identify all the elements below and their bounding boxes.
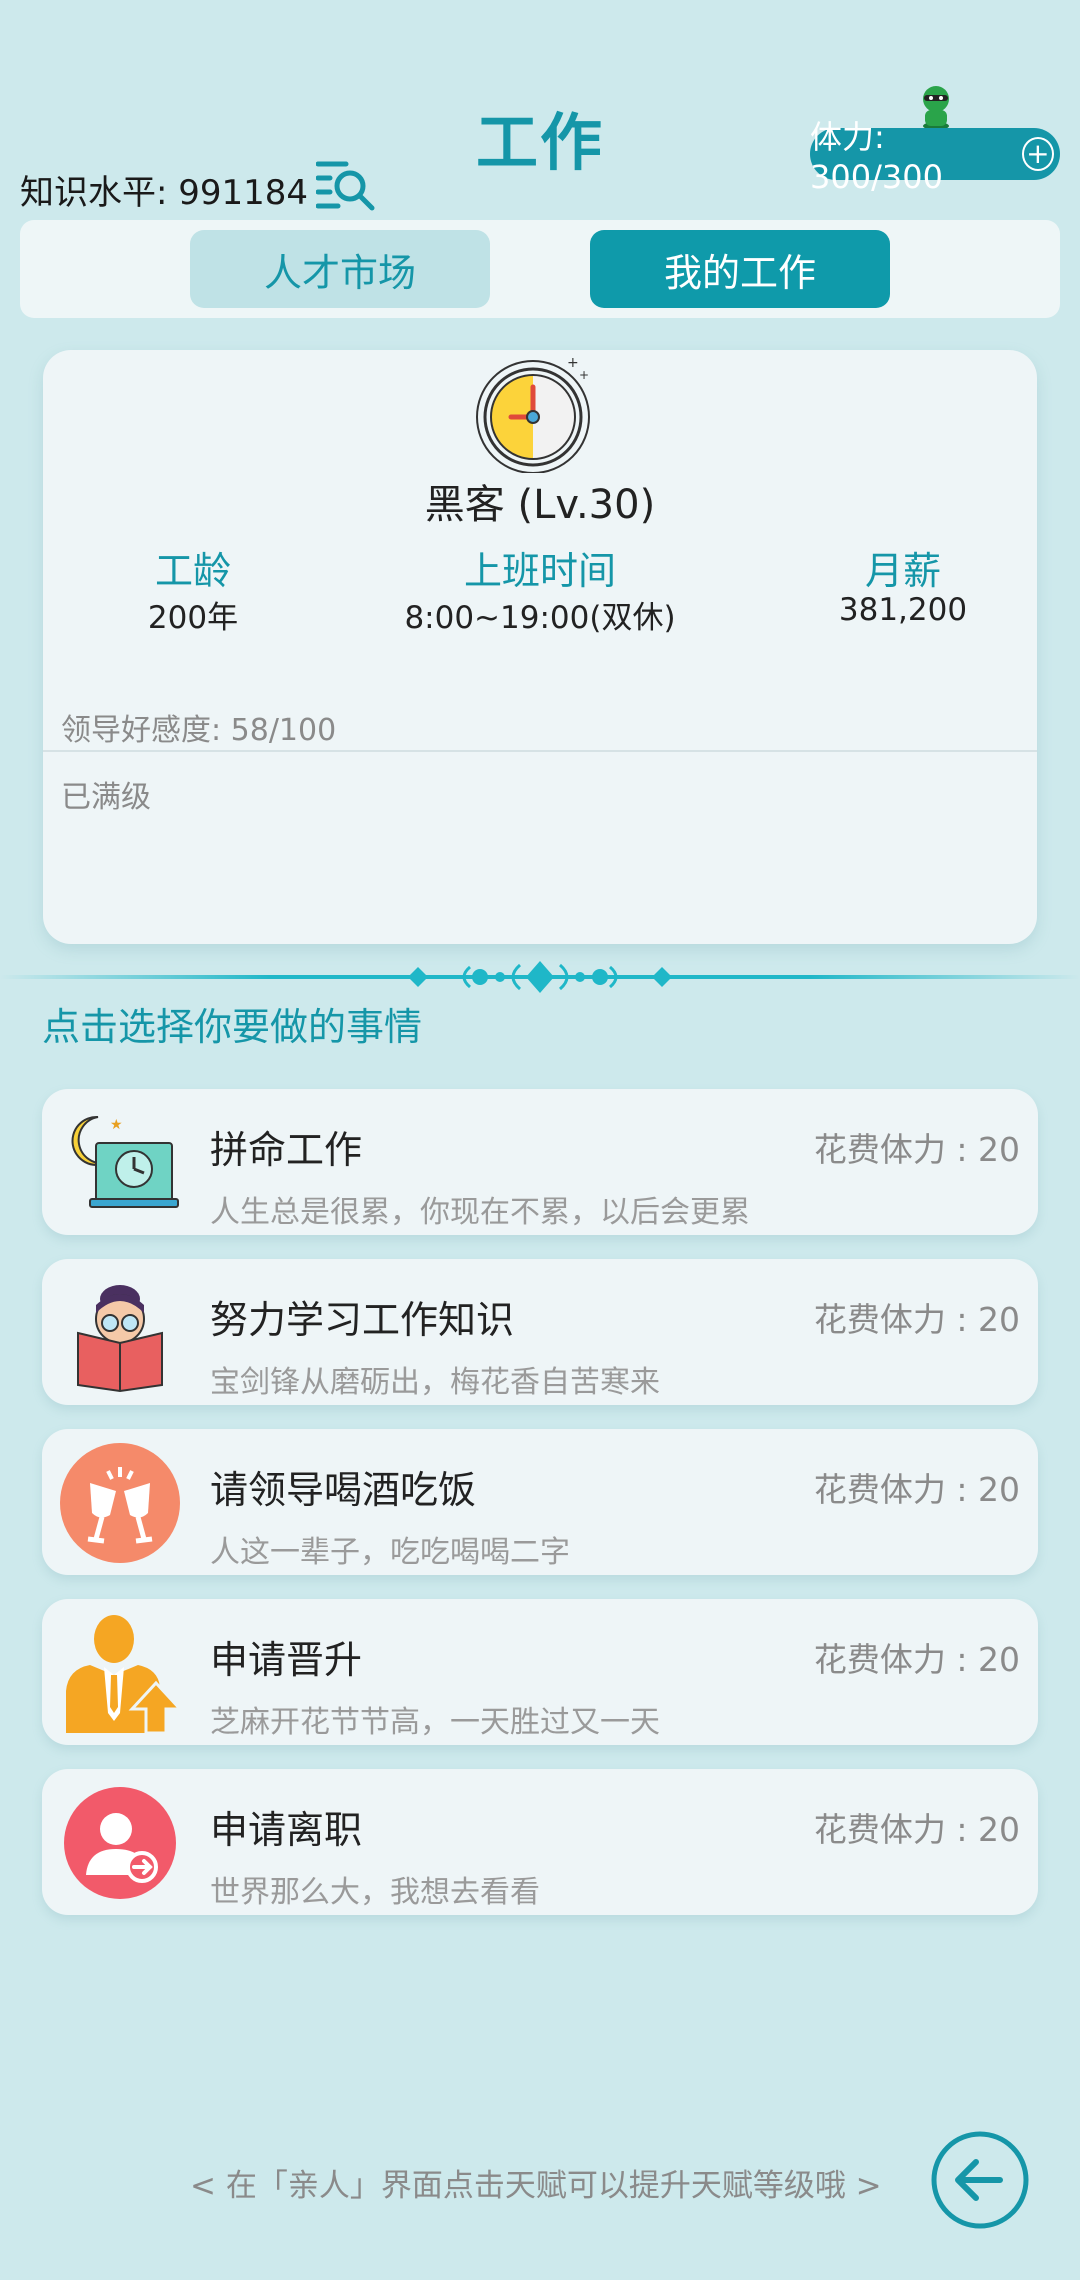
action-cost: 花费体力 : 20 bbox=[813, 1470, 1020, 1509]
stamina-value: 体力: 300/300 bbox=[810, 118, 943, 196]
action-desc: 芝麻开花节节高，一天胜过又一天 bbox=[210, 1705, 660, 1740]
add-stamina-icon[interactable]: + bbox=[1021, 137, 1054, 171]
svg-text:+: + bbox=[567, 355, 579, 371]
action-work-hard[interactable]: ★ 拼命工作 花费体力 : 20 人生总是很累，你现在不累，以后会更累 bbox=[42, 1089, 1038, 1235]
action-title: 请领导喝酒吃饭 bbox=[210, 1468, 477, 1512]
action-title: 申请晋升 bbox=[210, 1638, 363, 1682]
action-treat-boss[interactable]: 请领导喝酒吃饭 花费体力 : 20 人这一辈子，吃吃喝喝二字 bbox=[42, 1429, 1038, 1575]
clock-icon: + + bbox=[476, 355, 590, 473]
stamina-button[interactable]: 体力: 300/300 + bbox=[810, 118, 1060, 196]
action-cost: 花费体力 : 20 bbox=[813, 1810, 1020, 1849]
tab-bar: 人才市场 我的工作 bbox=[20, 220, 1060, 318]
action-desc: 宝剑锋从磨砺出，梅花香自苦寒来 bbox=[210, 1365, 660, 1400]
action-title: 努力学习工作知识 bbox=[210, 1298, 515, 1342]
search-list-icon[interactable] bbox=[316, 158, 378, 212]
night-work-icon: ★ bbox=[71, 1115, 179, 1208]
resign-icon bbox=[64, 1787, 176, 1899]
action-desc: 人生总是很累，你现在不累，以后会更累 bbox=[210, 1195, 750, 1230]
action-title: 拼命工作 bbox=[210, 1128, 363, 1172]
work-hours-label: 上班时间 bbox=[463, 549, 616, 593]
action-title: 申请离职 bbox=[210, 1808, 363, 1852]
action-promotion[interactable]: 申请晋升 花费体力 : 20 芝麻开花节节高，一天胜过又一天 bbox=[42, 1599, 1038, 1745]
action-cost: 花费体力 : 20 bbox=[813, 1300, 1020, 1339]
back-arrow-icon[interactable] bbox=[930, 2130, 1030, 2230]
promotion-icon bbox=[66, 1615, 180, 1733]
section-title: 点击选择你要做的事情 bbox=[42, 1005, 423, 1049]
action-cost: 花费体力 : 20 bbox=[813, 1640, 1020, 1679]
job-name: 黑客 (Lv.30) bbox=[424, 482, 656, 528]
svg-text:★: ★ bbox=[110, 1117, 123, 1133]
salary-value: 381,200 bbox=[838, 592, 968, 628]
action-desc: 人这一辈子，吃吃喝喝二字 bbox=[210, 1535, 570, 1570]
salary-label: 月薪 bbox=[864, 549, 941, 593]
divider bbox=[43, 750, 1037, 752]
seniority-label: 工龄 bbox=[154, 549, 231, 593]
work-hours-value: 8:00~19:00(双休) bbox=[404, 600, 676, 636]
svg-text:+: + bbox=[579, 368, 589, 382]
tip-text: < 在「亲人」界面点击天赋可以提升天赋等级哦 > bbox=[190, 2168, 882, 2204]
toast-glasses-icon bbox=[60, 1443, 180, 1563]
action-desc: 世界那么大，我想去看看 bbox=[210, 1875, 540, 1910]
action-study[interactable]: 努力学习工作知识 花费体力 : 20 宝剑锋从磨砺出，梅花香自苦寒来 bbox=[42, 1259, 1038, 1405]
seniority-value: 200年 bbox=[147, 600, 239, 636]
study-book-icon bbox=[77, 1285, 163, 1393]
tab-talent-market[interactable]: 人才市场 bbox=[190, 230, 490, 308]
action-cost: 花费体力 : 20 bbox=[813, 1130, 1020, 1169]
knowledge-level: 知识水平: 991184 bbox=[20, 173, 309, 213]
boss-favor: 领导好感度: 58/100 bbox=[61, 713, 337, 748]
action-resign[interactable]: 申请离职 花费体力 : 20 世界那么大，我想去看看 bbox=[42, 1769, 1038, 1915]
job-card: + + 黑客 (Lv.30) 工龄 200年 上班时间 8:00~19:00(双… bbox=[43, 350, 1037, 944]
level-status: 已满级 bbox=[61, 780, 151, 815]
tab-my-job[interactable]: 我的工作 bbox=[590, 230, 890, 308]
